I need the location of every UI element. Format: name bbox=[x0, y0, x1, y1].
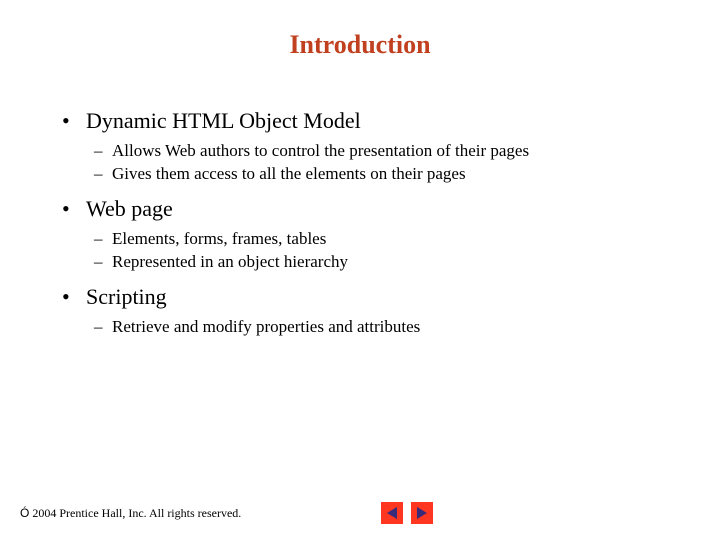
sub-bullet: Gives them access to all the elements on… bbox=[94, 163, 680, 186]
copyright-body: 2004 Prentice Hall, Inc. All rights rese… bbox=[29, 506, 241, 520]
bullet-subs: Allows Web authors to control the presen… bbox=[94, 140, 680, 186]
sub-bullet-text: Elements, forms, frames, tables bbox=[112, 229, 326, 248]
sub-bullet: Elements, forms, frames, tables bbox=[94, 228, 680, 251]
sub-bullet-text: Represented in an object hierarchy bbox=[112, 252, 348, 271]
slide-footer: Ó 2004 Prentice Hall, Inc. All rights re… bbox=[20, 502, 433, 524]
arrow-left-icon bbox=[387, 507, 397, 519]
slide-content: Dynamic HTML Object Model Allows Web aut… bbox=[62, 108, 680, 349]
prev-button[interactable] bbox=[381, 502, 403, 524]
bullet-text: Web page bbox=[86, 196, 173, 221]
slide-title: Introduction bbox=[0, 30, 720, 60]
sub-bullet-text: Gives them access to all the elements on… bbox=[112, 164, 466, 183]
bullet-item: Scripting bbox=[62, 284, 680, 310]
sub-bullet: Represented in an object hierarchy bbox=[94, 251, 680, 274]
nav-controls bbox=[381, 502, 433, 524]
next-button[interactable] bbox=[411, 502, 433, 524]
arrow-right-icon bbox=[417, 507, 427, 519]
bullet-text: Dynamic HTML Object Model bbox=[86, 108, 361, 133]
sub-bullet: Allows Web authors to control the presen… bbox=[94, 140, 680, 163]
bullet-subs: Retrieve and modify properties and attri… bbox=[94, 316, 680, 339]
sub-bullet-text: Allows Web authors to control the presen… bbox=[112, 141, 529, 160]
bullet-subs: Elements, forms, frames, tables Represen… bbox=[94, 228, 680, 274]
copyright-text: Ó 2004 Prentice Hall, Inc. All rights re… bbox=[20, 506, 241, 521]
bullet-text: Scripting bbox=[86, 284, 167, 309]
sub-bullet-text: Retrieve and modify properties and attri… bbox=[112, 317, 420, 336]
bullet-item: Web page bbox=[62, 196, 680, 222]
slide: Introduction Dynamic HTML Object Model A… bbox=[0, 0, 720, 540]
sub-bullet: Retrieve and modify properties and attri… bbox=[94, 316, 680, 339]
bullet-item: Dynamic HTML Object Model bbox=[62, 108, 680, 134]
copyright-symbol: Ó bbox=[20, 506, 29, 520]
